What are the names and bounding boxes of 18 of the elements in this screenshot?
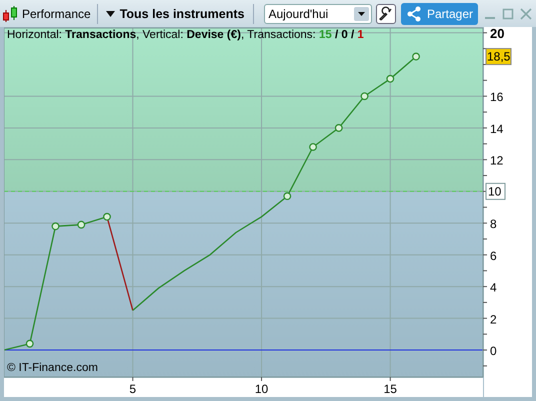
y-tick-label: 20	[490, 27, 504, 41]
copyright-text: © IT-Finance.com	[7, 362, 98, 374]
y-tick-label: 16	[490, 90, 504, 104]
title-label: Performance	[22, 6, 91, 20]
x-tick-label: 15	[384, 382, 397, 396]
y-tick-label: 14	[490, 122, 504, 136]
y-tick-label: 2	[490, 312, 497, 326]
last-value-badge: 18,5	[486, 48, 512, 66]
chart-info-text: Horizontal: Transactions, Vertical: Devise (€), Transactions: 15 / 0 / 1	[7, 29, 364, 41]
threshold-badge: 10	[486, 182, 506, 200]
y-tick-label: 6	[490, 248, 497, 263]
y-tick-label: 4	[490, 280, 497, 295]
y-tick-label: 10	[488, 184, 502, 198]
x-tick-label: 10	[254, 382, 268, 396]
y-tick-label: 0	[490, 344, 497, 358]
x-tick-label: 5	[129, 382, 136, 396]
y-tick-label: 8	[490, 217, 497, 232]
y-tick-label: 12	[490, 154, 504, 168]
